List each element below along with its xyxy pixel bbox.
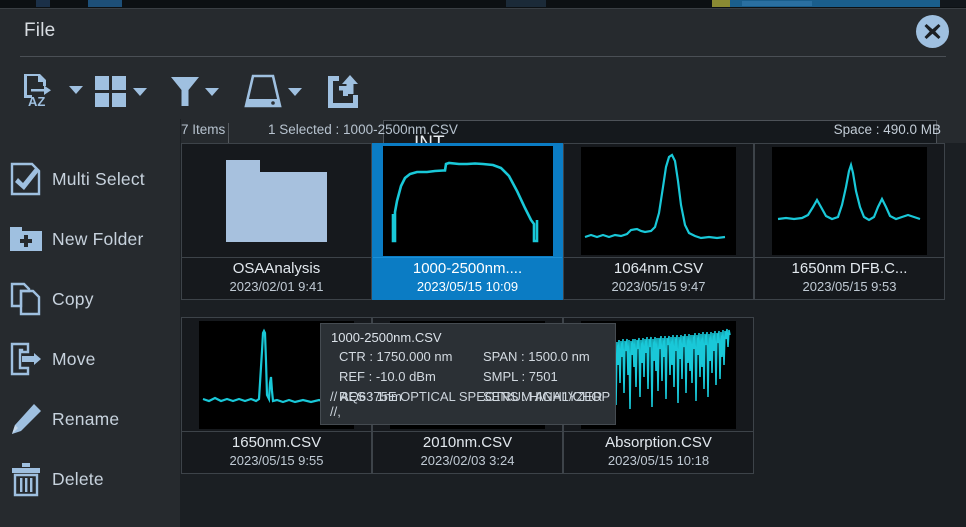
move-icon — [0, 342, 52, 376]
sidebar-item-label: Rename — [52, 409, 119, 430]
background-fragment — [36, 0, 50, 7]
file-date: 2023/05/15 9:55 — [182, 453, 371, 468]
background-fragment — [712, 0, 730, 7]
file-date: 2023/05/15 9:47 — [564, 279, 753, 294]
item-count-label: 7 Items — [181, 122, 225, 137]
file-caption: 1650nm DFB.C... 2023/05/15 9:53 — [755, 257, 944, 299]
tooltip-title: 1000-2500nm.CSV — [321, 330, 615, 345]
pencil-icon — [0, 402, 52, 436]
filter-button[interactable] — [170, 75, 219, 109]
sidebar-item-multi-select[interactable]: Multi Select — [0, 149, 181, 209]
file-name: 1650nm DFB.C... — [755, 260, 944, 277]
sidebar-item-label: Move — [52, 349, 96, 370]
sidebar-item-move[interactable]: Move — [0, 329, 181, 389]
file-caption: 1064nm.CSV 2023/05/15 9:47 — [564, 257, 753, 299]
thumbnail — [564, 144, 753, 258]
file-item[interactable]: 1064nm.CSV 2023/05/15 9:47 — [563, 143, 754, 300]
close-button[interactable] — [916, 15, 949, 48]
background-fragment — [940, 0, 966, 7]
drive-button[interactable] — [243, 75, 302, 109]
chevron-down-icon — [133, 88, 147, 96]
file-date: 2023/02/03 3:24 — [373, 453, 562, 468]
spectrum-preview — [383, 146, 553, 256]
sidebar-item-delete[interactable]: Delete — [0, 449, 181, 509]
tooltip-span: SPAN : 1500.0 nm — [483, 349, 590, 364]
file-item-selected[interactable]: 1000-2500nm.... 2023/05/15 10:09 — [372, 143, 563, 300]
file-item[interactable]: 1650nm DFB.C... 2023/05/15 9:53 — [754, 143, 945, 300]
trash-icon — [0, 462, 52, 496]
file-caption: OSAAnalysis 2023/02/01 9:41 — [182, 257, 371, 299]
file-dialog: File AZ — [0, 8, 966, 527]
file-caption: 1650nm.CSV 2023/05/15 9:55 — [182, 431, 371, 473]
background-fragment — [742, 1, 812, 6]
file-date: 2023/02/01 9:41 — [182, 279, 371, 294]
sort-az-icon: AZ — [20, 71, 64, 109]
sidebar-item-rename[interactable]: Rename — [0, 389, 181, 449]
selection-label: 1 Selected : 1000-2500nm.CSV — [268, 122, 458, 137]
new-folder-icon — [0, 225, 52, 253]
tooltip-row: CTR : 1750.000 nm SPAN : 1500.0 nm — [321, 349, 615, 369]
file-date: 2023/05/15 10:18 — [564, 453, 753, 468]
copy-icon — [0, 282, 52, 316]
funnel-icon — [170, 75, 200, 109]
tooltip-smpl: SMPL : 7501 — [483, 369, 558, 384]
header-divider — [20, 56, 946, 57]
sidebar: Multi Select New Folder — [0, 119, 181, 527]
file-name: 1000-2500nm.... — [373, 260, 562, 277]
screen: File AZ — [0, 0, 966, 527]
export-icon — [326, 74, 360, 110]
thumbnail — [182, 144, 371, 258]
export-button[interactable] — [326, 74, 360, 110]
drive-icon — [243, 75, 283, 109]
file-name: OSAAnalysis — [182, 260, 371, 277]
tooltip-footer: // AQ6375E OPTICAL SPECTRUM ANALYZER //, — [330, 389, 615, 419]
sidebar-item-new-folder[interactable]: New Folder — [0, 209, 181, 269]
folder-icon — [224, 158, 329, 244]
thumbnail — [755, 144, 944, 258]
tooltip-row: REF : -10.0 dBm SMPL : 7501 — [321, 369, 615, 389]
file-date: 2023/05/15 10:09 — [373, 279, 562, 294]
toolbar: AZ — [0, 61, 966, 119]
file-name: 1064nm.CSV — [564, 260, 753, 277]
checklist-icon — [0, 162, 52, 196]
sidebar-item-label: Multi Select — [52, 169, 145, 190]
file-name: 2010nm.CSV — [373, 434, 562, 451]
svg-text:AZ: AZ — [28, 94, 45, 109]
close-icon — [916, 15, 949, 48]
file-name: Absorption.CSV — [564, 434, 753, 451]
sidebar-item-label: Copy — [52, 289, 94, 310]
file-name: 1650nm.CSV — [182, 434, 371, 451]
file-date: 2023/05/15 9:53 — [755, 279, 944, 294]
tooltip-ref: REF : -10.0 dBm — [339, 369, 436, 384]
space-label: Space : 490.0 MB — [834, 122, 941, 137]
chevron-down-icon — [69, 86, 83, 94]
background-fragment — [88, 0, 122, 7]
desktop-background — [0, 0, 966, 8]
chevron-down-icon — [205, 88, 219, 96]
file-caption: 1000-2500nm.... 2023/05/15 10:09 — [373, 257, 562, 299]
spectrum-preview — [581, 147, 736, 255]
sort-az-button[interactable]: AZ — [20, 71, 83, 109]
file-caption: Absorption.CSV 2023/05/15 10:18 — [564, 431, 753, 473]
file-caption: 2010nm.CSV 2023/02/03 3:24 — [373, 431, 562, 473]
page-title: File — [24, 20, 55, 42]
sidebar-item-copy[interactable]: Copy — [0, 269, 181, 329]
chevron-down-icon — [288, 88, 302, 96]
background-fragment — [506, 0, 546, 7]
dialog-header: File — [0, 9, 966, 53]
grid-view-icon — [94, 75, 128, 109]
file-item-folder[interactable]: OSAAnalysis 2023/02/01 9:41 — [181, 143, 372, 300]
spectrum-preview — [772, 147, 927, 255]
sidebar-item-label: New Folder — [52, 229, 143, 250]
view-mode-button[interactable] — [94, 75, 147, 109]
thumbnail — [373, 144, 562, 258]
file-info-tooltip: 1000-2500nm.CSV CTR : 1750.000 nm SPAN :… — [320, 323, 616, 425]
tooltip-ctr: CTR : 1750.000 nm — [339, 349, 452, 364]
sidebar-item-label: Delete — [52, 469, 104, 490]
